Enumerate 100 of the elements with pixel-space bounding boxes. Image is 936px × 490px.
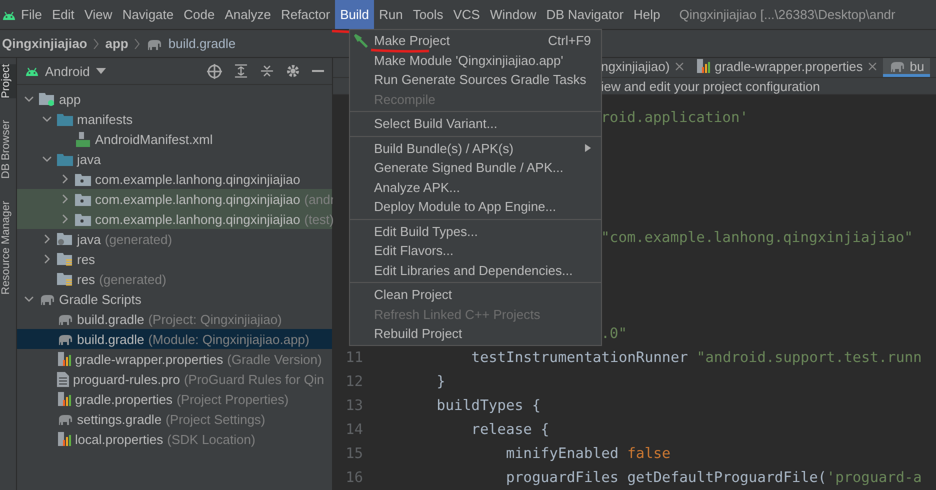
tree-item-hint: (Project Properties)	[176, 392, 289, 406]
menu-bar-item[interactable]: DB Navigator	[541, 0, 629, 29]
tree-row[interactable]: com.example.lanhong.qingxinjiajiao (test)	[17, 209, 332, 229]
menu-bar-item[interactable]: Window	[484, 0, 542, 29]
settings-icon[interactable]	[286, 64, 300, 78]
breadcrumb-item[interactable]: build.gradle	[168, 36, 236, 51]
menu-item[interactable]: Select Build Variant...	[350, 114, 601, 134]
menu-bar-item[interactable]: Analyze	[220, 0, 276, 29]
menu-bar-item[interactable]: File	[16, 0, 47, 29]
tree-row[interactable]: manifests	[17, 109, 332, 129]
caret-icon[interactable]	[96, 68, 106, 74]
tree-item-label: app	[59, 92, 81, 106]
resource-folder-icon	[57, 252, 73, 266]
folder-gear-icon	[57, 232, 73, 246]
module-folder-icon	[39, 92, 55, 106]
menu-item[interactable]: Generate Signed Bundle / APK...	[350, 158, 601, 178]
tree-row[interactable]: build.gradle (Module: Qingxinjiajiao.app)	[17, 329, 332, 349]
menu-bar-item[interactable]: Refactor	[276, 0, 336, 29]
window-title: Qingxinjiajiao [...\26383\Desktop\andr	[679, 7, 896, 22]
tree-row[interactable]: gradle-wrapper.properties (Gradle Version)	[17, 349, 332, 369]
properties-file-icon	[57, 351, 71, 367]
breadcrumb-item[interactable]: app	[105, 36, 128, 51]
menu-bar-item[interactable]: Run	[374, 0, 408, 29]
properties-file-icon	[57, 431, 71, 447]
tree-row[interactable]: java	[17, 149, 332, 169]
tree-item-label: com.example.lanhong.qingxinjiajiao	[95, 192, 300, 206]
tree-item-hint: (andr	[304, 192, 335, 206]
menu-item[interactable]: Make Project Ctrl+F9	[350, 31, 601, 50]
tree-item-hint: (Project: Qingxinjiajiao)	[148, 312, 282, 326]
tree-row[interactable]: AndroidManifest.xml	[17, 129, 332, 149]
menu-bar-item[interactable]: VCS	[448, 0, 485, 29]
tree-item-hint: (ProGuard Rules for Qin	[184, 372, 324, 386]
elephant-icon	[57, 313, 73, 325]
submenu-arrow-icon	[585, 144, 591, 152]
code-line: testInstrumentationRunner "android.support.test.runn	[470, 350, 922, 366]
menu-item[interactable]: Edit Build Types...	[350, 222, 601, 241]
close-icon[interactable]	[868, 62, 877, 70]
code-line: proguardFiles getDefaultProguardFile('proguard-a	[504, 470, 922, 486]
menu-item[interactable]: Deploy Module to App Engine...	[350, 197, 601, 216]
tree-row[interactable]: res	[17, 249, 332, 269]
folder-icon	[57, 112, 73, 126]
package-folder-icon	[75, 172, 91, 186]
folder-icon	[57, 152, 73, 166]
tree-row[interactable]: app	[17, 89, 332, 109]
tree-item-label: local.properties	[75, 432, 164, 446]
tool-window-tab[interactable]: Resource Manager	[0, 200, 16, 294]
close-icon[interactable]	[674, 62, 684, 70]
tree-item-hint: (Project Settings)	[166, 412, 266, 426]
editor-tab[interactable]: bu	[882, 58, 930, 77]
expand-all-icon[interactable]	[234, 64, 248, 78]
properties-file-icon	[696, 58, 710, 74]
tree-item-label: com.example.lanhong.qingxinjiajiao	[95, 212, 300, 226]
package-folder-icon	[75, 212, 91, 226]
tree-row[interactable]: res (generated)	[17, 269, 332, 289]
tree-item-label: com.example.lanhong.qingxinjiajiao	[95, 172, 300, 186]
menu-item[interactable]: Build Bundle(s) / APK(s)	[350, 138, 601, 158]
tree-row[interactable]: java (generated)	[17, 229, 332, 249]
menu-item[interactable]: Clean Project	[350, 285, 601, 304]
tool-window-tab[interactable]: Project	[0, 64, 16, 98]
tree-row[interactable]: proguard-rules.pro (ProGuard Rules for Qin	[17, 369, 332, 389]
tree-item-label: manifests	[77, 112, 133, 126]
tree-item-label: gradle-wrapper.properties	[75, 352, 224, 366]
menu-bar-item[interactable]: Help	[628, 0, 666, 29]
elephant-icon	[57, 333, 73, 345]
collapse-all-icon[interactable]	[260, 64, 274, 78]
editor-tab[interactable]: gradle-wrapper.properties	[690, 58, 883, 77]
line-number: 11	[344, 350, 364, 366]
tree-item-label: java	[77, 152, 101, 166]
menu-bar-item[interactable]: Navigate	[117, 0, 179, 29]
tree-row[interactable]: Gradle Scripts	[17, 289, 332, 309]
menu-item[interactable]: Edit Libraries and Dependencies...	[350, 260, 601, 280]
menu-bar-item[interactable]: Edit	[46, 0, 80, 29]
tree-row[interactable]: local.properties (SDK Location)	[17, 429, 332, 449]
crosshair-icon[interactable]	[207, 64, 222, 78]
tree-row[interactable]: settings.gradle (Project Settings)	[17, 409, 332, 429]
project-view-selector[interactable]: Android	[45, 64, 90, 78]
resource-folder-icon	[57, 272, 73, 286]
menu-bar-item[interactable]: Tools	[408, 0, 448, 29]
code-line: }	[436, 374, 446, 390]
tree-item-label: build.gradle	[77, 312, 144, 326]
tree-row[interactable]: com.example.lanhong.qingxinjiajiao	[17, 169, 332, 189]
menu-bar-item[interactable]: Code	[178, 0, 220, 29]
tree-row[interactable]: com.example.lanhong.qingxinjiajiao (andr	[17, 189, 332, 209]
tree-item-label: java	[77, 232, 101, 246]
menu-bar-item[interactable]: View	[79, 0, 118, 29]
tree-item-label: build.gradle	[77, 332, 144, 346]
tree-item-hint: (generated)	[104, 232, 172, 246]
menu-item[interactable]: Analyze APK...	[350, 178, 601, 197]
properties-file-icon	[57, 391, 71, 407]
breadcrumb-item[interactable]: Qingxinjiajiao	[2, 36, 88, 51]
tree-row[interactable]: gradle.properties (Project Properties)	[17, 389, 332, 409]
manifest-file-icon	[75, 131, 91, 147]
line-number: 15	[344, 446, 364, 462]
menu-item[interactable]: Rebuild Project	[350, 324, 601, 344]
elephant-icon	[57, 413, 73, 425]
tool-window-tab[interactable]: DB Browser	[0, 120, 16, 179]
menu-item[interactable]: Edit Flavors...	[350, 241, 601, 260]
tree-row[interactable]: build.gradle (Project: Qingxinjiajiao)	[17, 309, 332, 329]
text-file-icon	[57, 372, 69, 386]
tree-item-label: AndroidManifest.xml	[95, 132, 213, 146]
